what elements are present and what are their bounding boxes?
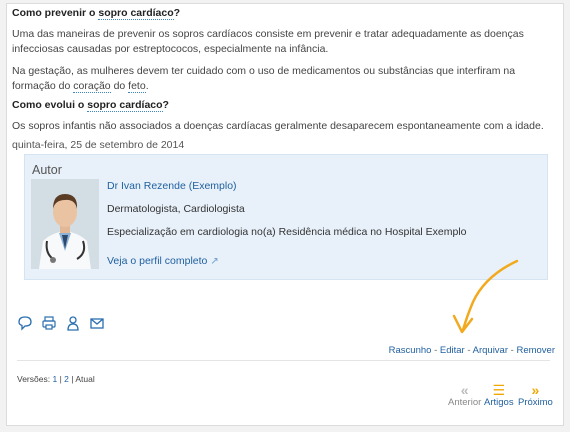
- email-icon[interactable]: [89, 315, 105, 331]
- heading-prevenir: Como prevenir o sopro cardíaco?: [12, 7, 181, 20]
- nav-previous[interactable]: « Anterior: [448, 383, 481, 408]
- paragraph-1: Uma das maneiras de prevenir os sopros c…: [12, 28, 524, 55]
- version-current: Atual: [75, 374, 95, 384]
- version-1-link[interactable]: 1: [52, 374, 57, 384]
- sopro-link-2[interactable]: sopro cardíaco: [87, 99, 163, 112]
- article-actions: Rascunho - Editar - Arquivar - Remover: [388, 345, 555, 356]
- double-chevron-right-icon: »: [531, 382, 540, 398]
- paragraph-3: Os sopros infantis não associados a doen…: [12, 120, 544, 132]
- comment-icon[interactable]: [17, 315, 33, 331]
- action-rascunho[interactable]: Rascunho: [389, 345, 432, 356]
- action-editar[interactable]: Editar: [440, 345, 465, 356]
- author-name-link[interactable]: Dr Ivan Rezende (Exemplo): [107, 180, 467, 193]
- author-photo[interactable]: [31, 179, 99, 269]
- share-icons: [17, 315, 105, 331]
- external-link-icon: ↗: [210, 256, 219, 267]
- paragraph-2: Na gestação, as mulheres devem ter cuida…: [12, 65, 516, 93]
- author-specialties: Dermatologista, Cardiologista: [107, 203, 245, 215]
- profile-link[interactable]: Veja o perfil completo ↗: [107, 255, 467, 268]
- nav-articles[interactable]: ☰ Artigos: [484, 383, 514, 408]
- author-box-title: Autor: [32, 163, 62, 177]
- double-chevron-left-icon: «: [460, 382, 469, 398]
- profile-link-text[interactable]: Veja o perfil completo: [107, 255, 207, 267]
- publish-date: quinta-feira, 25 de setembro de 2014: [12, 139, 185, 151]
- author-info: Dr Ivan Rezende (Exemplo) Dermatologista…: [107, 180, 467, 278]
- feto-link[interactable]: feto: [128, 80, 146, 93]
- sopro-link[interactable]: sopro cardíaco: [98, 7, 174, 20]
- action-arquivar[interactable]: Arquivar: [473, 345, 508, 356]
- nav-next[interactable]: » Próximo: [518, 383, 553, 408]
- article-content: Como prevenir o sopro cardíaco? Uma das …: [12, 6, 544, 153]
- user-icon[interactable]: [65, 315, 81, 331]
- heading-evolui: Como evolui o sopro cardíaco?: [12, 99, 169, 112]
- action-remover[interactable]: Remover: [516, 345, 555, 356]
- author-training: Especialização em cardiologia no(a) Resi…: [107, 226, 467, 238]
- version-2-link[interactable]: 2: [64, 374, 69, 384]
- print-icon[interactable]: [41, 315, 57, 331]
- divider: [17, 360, 550, 361]
- coracao-link[interactable]: coração: [73, 80, 111, 93]
- list-icon: ☰: [492, 382, 506, 398]
- versions: Versões: 1 | 2 | Atual: [17, 374, 95, 384]
- annotation-arrow-icon: [452, 259, 519, 334]
